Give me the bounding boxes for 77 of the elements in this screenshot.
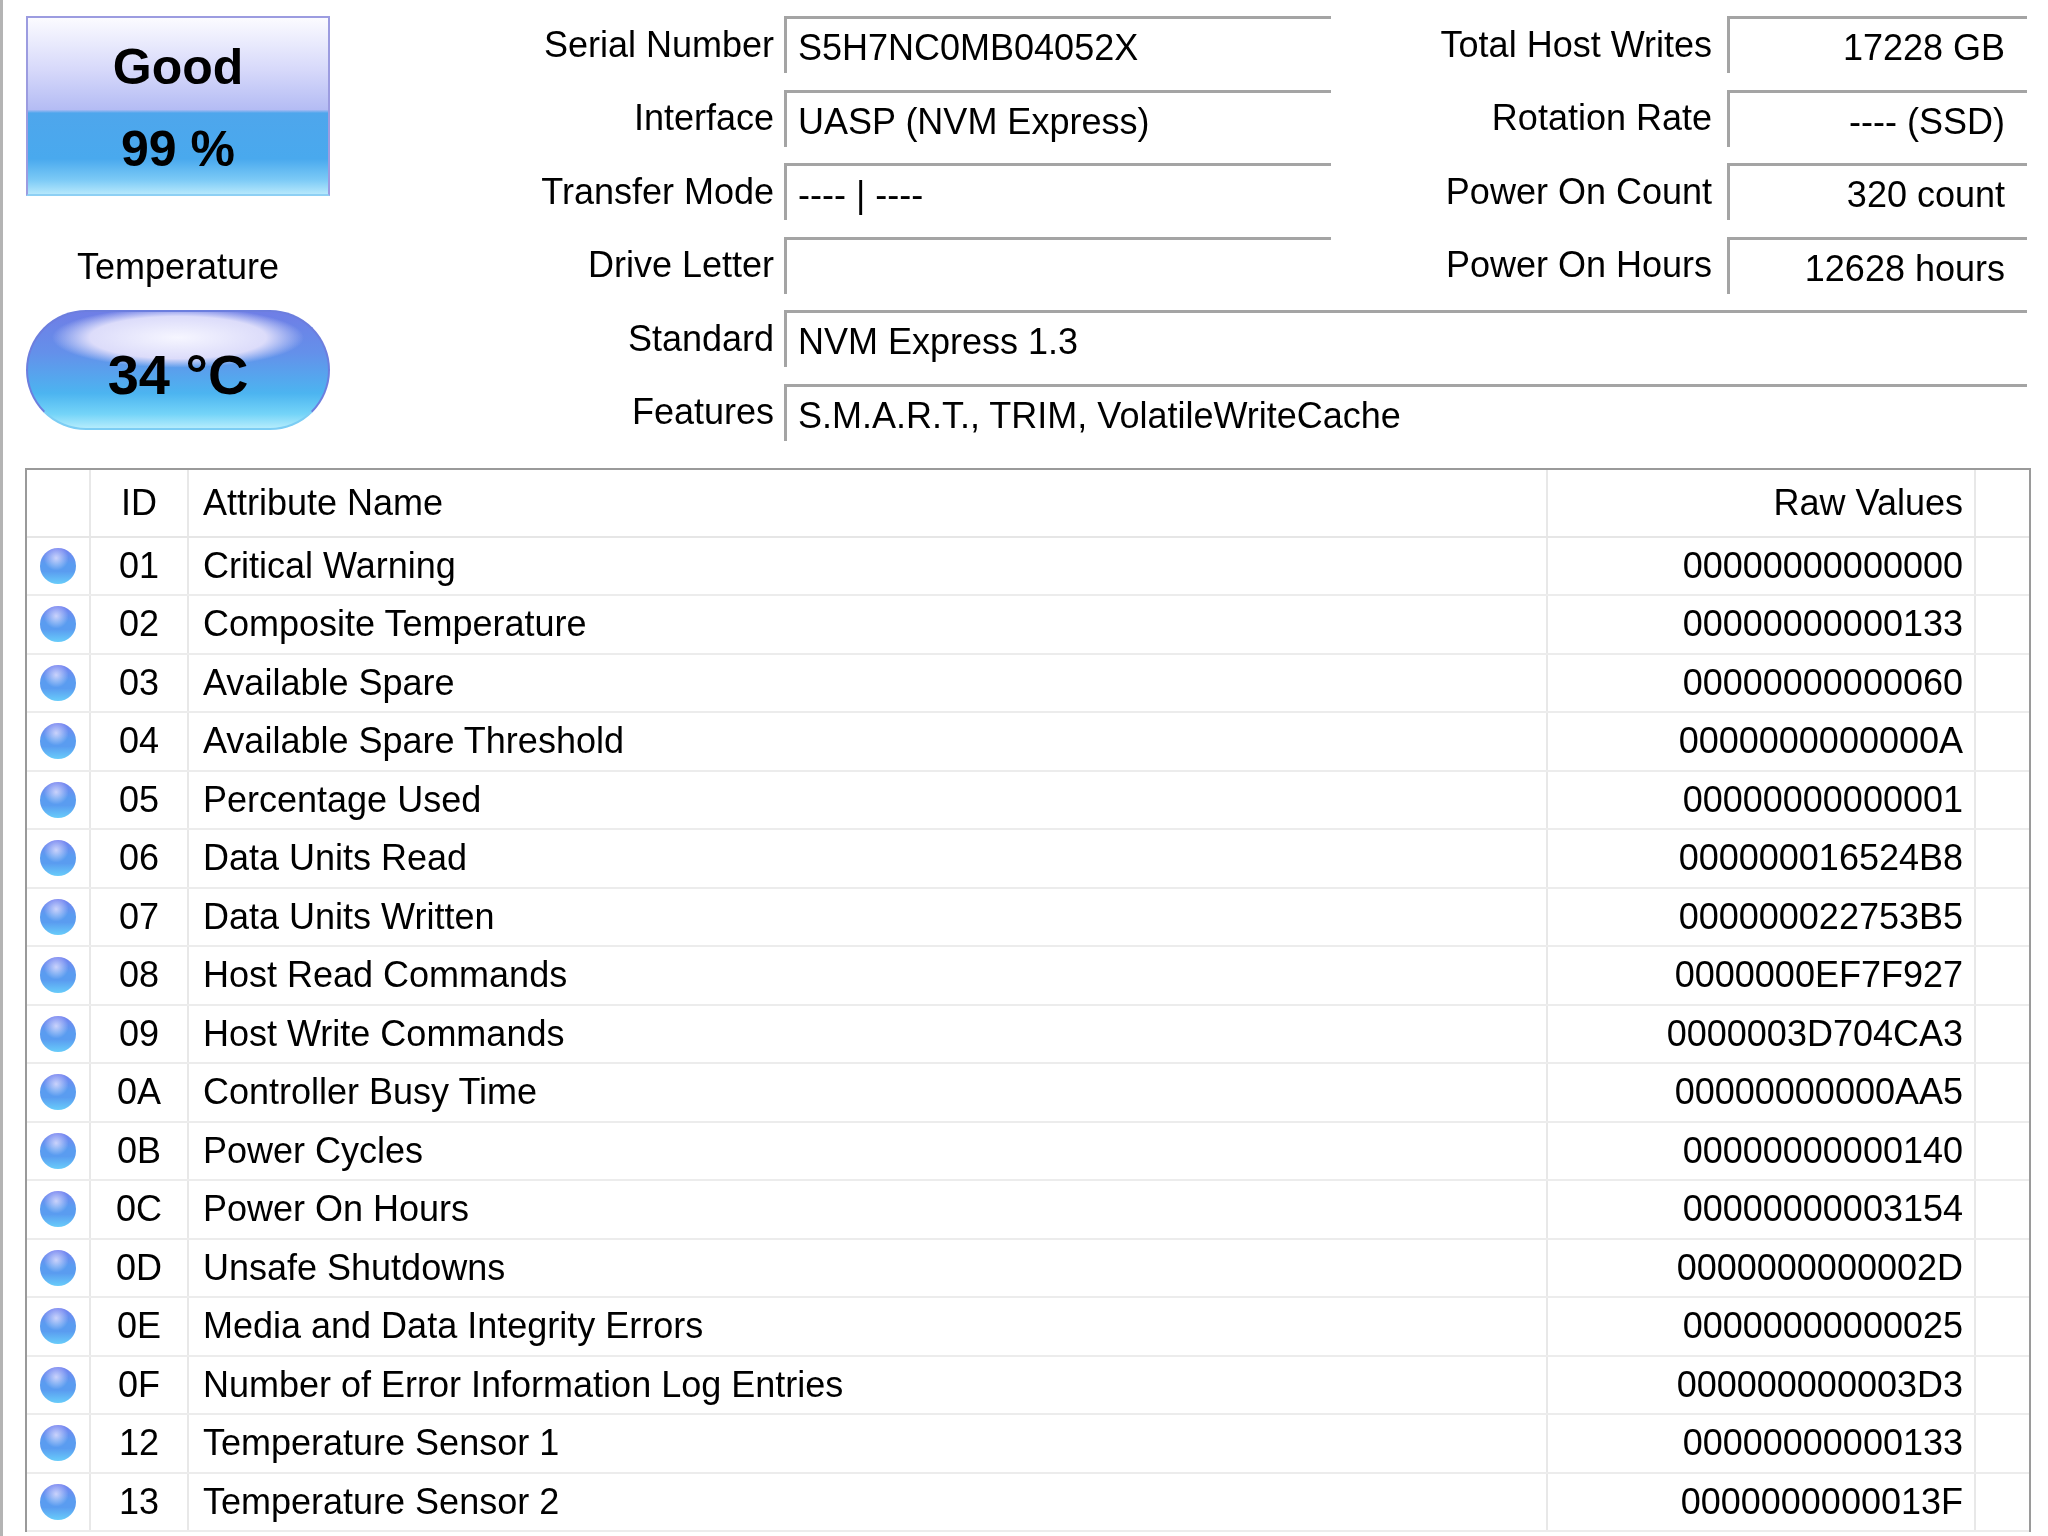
table-cell: 000000022753B5 (1548, 888, 1976, 945)
table-cell: 0E (89, 1298, 189, 1355)
temperature-label: Temperature (76, 245, 280, 288)
table-cell: 05 (89, 771, 189, 828)
table-cell: 0000003D704CA3 (1548, 1005, 1976, 1062)
table-cell: 09 (89, 1005, 189, 1062)
table-cell: 00000000000001 (1548, 771, 1976, 828)
value-field: UASP (NVM Express) (784, 89, 1331, 147)
field-label: Transfer Mode (541, 170, 774, 213)
table-cell: 04 (89, 713, 189, 770)
table-cell: Power Cycles (189, 1122, 1548, 1179)
temperature-badge: 34 °C (26, 310, 330, 430)
health-status-text: Good (112, 39, 244, 95)
field-label: Rotation Rate (1491, 97, 1712, 139)
table-cell: Available Spare (189, 654, 1548, 711)
field-label: Interface (633, 97, 774, 139)
field-label: Features (631, 391, 774, 433)
value-field: S5H7NC0MB04052X (784, 16, 1331, 73)
table-cell: Available Spare Threshold (189, 713, 1548, 770)
health-percentage: 99 % (121, 121, 235, 177)
table-cell: 07 (89, 888, 189, 945)
table-cell: 0A (89, 1064, 189, 1121)
field-label: Drive Letter (587, 244, 774, 286)
table-cell: Media and Data Integrity Errors (189, 1298, 1548, 1355)
table-cell: Power On Hours (189, 1181, 1548, 1238)
table-cell: Data Units Read (189, 830, 1548, 887)
table-cell: 000000016524B8 (1548, 830, 1976, 887)
table-cell: 0000000000000A (1548, 713, 1976, 770)
table-cell: 00000000003154 (1548, 1181, 1976, 1238)
table-cell: 12 (89, 1415, 189, 1472)
table-cell: 000000000003D3 (1548, 1356, 1976, 1413)
table-cell: Temperature Sensor 1 (189, 1415, 1548, 1472)
field-label: Power On Count (1445, 170, 1712, 213)
table-cell: Composite Temperature (189, 596, 1548, 653)
value-field: ---- (SSD) (1727, 89, 2027, 147)
value-field: 17228 GB (1727, 16, 2027, 73)
table-cell: 00000000000133 (1548, 1415, 1976, 1472)
table-cell: 0D (89, 1239, 189, 1296)
column-header[interactable]: Raw Values (1548, 469, 1976, 536)
table-cell: Temperature Sensor 2 (189, 1473, 1548, 1530)
field-label: Total Host Writes (1440, 23, 1712, 66)
column-header[interactable]: Attribute Name (189, 469, 1548, 536)
column-header[interactable]: ID (89, 469, 189, 536)
table-cell: Number of Error Information Log Entries (189, 1356, 1548, 1413)
field-label: Power On Hours (1445, 244, 1712, 286)
field-label: Standard (627, 317, 774, 360)
value-field: ---- | ---- (784, 163, 1331, 220)
value-field: S.M.A.R.T., TRIM, VolatileWriteCache (784, 383, 2027, 441)
table-cell: 0000000EF7F927 (1548, 947, 1976, 1004)
table-cell: 02 (89, 596, 189, 653)
table-cell: Controller Busy Time (189, 1064, 1548, 1121)
table-cell: Host Write Commands (189, 1005, 1548, 1062)
table-cell: 0000000000002D (1548, 1239, 1976, 1296)
table-cell: Unsafe Shutdowns (189, 1239, 1548, 1296)
table-cell: Host Read Commands (189, 947, 1548, 1004)
table-cell: 13 (89, 1473, 189, 1530)
table-cell: 00000000000133 (1548, 596, 1976, 653)
value-field: 12628 hours (1727, 236, 2027, 294)
table-cell: Critical Warning (189, 537, 1548, 594)
table-cell: 00000000000060 (1548, 654, 1976, 711)
table-cell: 0C (89, 1181, 189, 1238)
table-cell: 06 (89, 830, 189, 887)
table-cell: 00000000000000 (1548, 537, 1976, 594)
table-cell: 0F (89, 1356, 189, 1413)
table-cell: 0000000000013F (1548, 1473, 1976, 1530)
table-cell: 01 (89, 537, 189, 594)
table-cell: 00000000000140 (1548, 1122, 1976, 1179)
table-cell: 03 (89, 654, 189, 711)
value-field: 320 count (1727, 163, 2027, 220)
table-cell: 00000000000AA5 (1548, 1064, 1976, 1121)
field-label: Serial Number (543, 23, 774, 66)
table-cell: 0B (89, 1122, 189, 1179)
table-cell: 00000000000025 (1548, 1298, 1976, 1355)
table-cell: Data Units Written (189, 888, 1548, 945)
table-cell: Percentage Used (189, 771, 1548, 828)
table-cell: 08 (89, 947, 189, 1004)
value-field: NVM Express 1.3 (784, 310, 2027, 367)
